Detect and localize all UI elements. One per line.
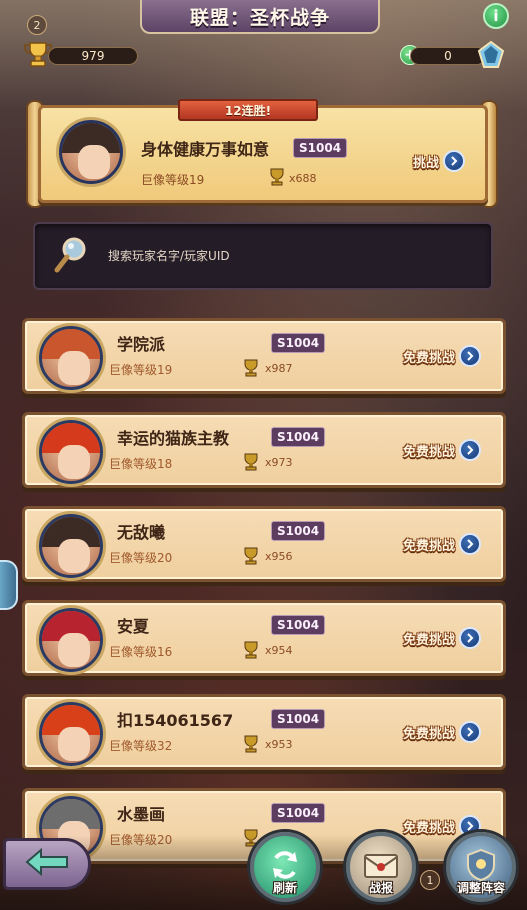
server-badge: S1004 xyxy=(271,615,326,635)
free-challenge-button[interactable]: 免费挑战 xyxy=(403,345,482,367)
free-challenge-label: 免费挑战 xyxy=(403,444,456,460)
colossus-level: 巨像等级18 xyxy=(109,457,173,471)
trophy-icon xyxy=(241,358,261,378)
colossus-level: 巨像等级19 xyxy=(141,173,205,187)
server-badge: S1004 xyxy=(271,427,326,447)
adjust-lineup-button[interactable]: 调整阵容 xyxy=(446,832,516,902)
arrow-right-icon xyxy=(459,721,482,743)
free-challenge-button[interactable]: 免费挑战 xyxy=(403,627,482,649)
trophy-icon xyxy=(241,640,261,660)
trophy-score: x953 xyxy=(265,738,293,751)
colossus-level: 巨像等级20 xyxy=(109,551,173,565)
free-challenge-button[interactable]: 免费挑战 xyxy=(403,721,482,743)
player-name: 扣154061567 xyxy=(117,711,234,730)
opponent-card[interactable]: 安夏 S1004 巨像等级16 x954 免费挑战 xyxy=(22,600,506,676)
arrow-right-icon xyxy=(459,627,482,649)
opponent-card[interactable]: 无敌曦 S1004 巨像等级20 x956 免费挑战 xyxy=(22,506,506,582)
win-streak-ribbon: 12连胜! xyxy=(178,99,318,121)
avatar-face xyxy=(58,539,90,573)
arrow-left-icon xyxy=(25,847,69,880)
battle-report-label: 战报 xyxy=(368,881,393,895)
search-placeholder: 搜索玩家名字/玩家UID xyxy=(108,249,230,263)
magnifier-icon xyxy=(52,236,88,276)
avatar-face xyxy=(58,727,90,761)
server-badge: S1004 xyxy=(293,138,348,158)
server-badge: S1004 xyxy=(271,803,326,823)
arrow-right-icon xyxy=(459,533,482,555)
info-button[interactable]: i xyxy=(483,3,509,29)
player-name: 学院派 xyxy=(117,335,166,354)
free-challenge-label: 免费挑战 xyxy=(403,538,456,554)
avatar xyxy=(39,514,103,578)
arrow-right-icon xyxy=(443,150,466,172)
avatar xyxy=(39,702,103,766)
free-challenge-button[interactable]: 免费挑战 xyxy=(403,439,482,461)
player-name: 幸运的猫族主教 xyxy=(117,429,230,448)
free-challenge-label: 免费挑战 xyxy=(403,350,456,366)
avatar xyxy=(59,120,123,184)
trophy-icon xyxy=(267,167,287,187)
trophy-score: x956 xyxy=(265,550,293,563)
trophy-score: x954 xyxy=(265,644,293,657)
free-challenge-label: 免费挑战 xyxy=(403,632,456,648)
challenge-button[interactable]: 挑战 xyxy=(413,150,466,172)
opponent-card[interactable]: 扣154061567 S1004 巨像等级32 x953 免费挑战 xyxy=(22,694,506,770)
opponent-card[interactable]: 幸运的猫族主教 S1004 巨像等级18 x973 免费挑战 xyxy=(22,412,506,488)
trophy-score: x987 xyxy=(265,362,293,375)
opponent-card[interactable]: 学院派 S1004 巨像等级19 x987 免费挑战 xyxy=(22,318,506,394)
avatar-face xyxy=(58,445,90,479)
trophy-icon xyxy=(241,734,261,754)
trophy-count: 979 xyxy=(48,47,138,65)
adjust-lineup-label: 调整阵容 xyxy=(456,881,505,895)
arrow-right-icon xyxy=(459,345,482,367)
refresh-button[interactable]: 刷新 xyxy=(250,832,320,902)
notification-badge[interactable]: 2 xyxy=(27,15,47,35)
challenge-label: 挑战 xyxy=(413,155,440,171)
avatar xyxy=(39,420,103,484)
player-name: 无敌曦 xyxy=(117,523,166,542)
trophy-icon xyxy=(241,452,261,472)
colossus-level: 巨像等级16 xyxy=(109,645,173,659)
arrow-right-icon xyxy=(459,439,482,461)
back-button[interactable] xyxy=(3,838,91,890)
server-badge: S1004 xyxy=(271,521,326,541)
trophy-icon xyxy=(241,546,261,566)
avatar xyxy=(39,608,103,672)
avatar-face xyxy=(58,633,90,667)
colossus-level: 巨像等级32 xyxy=(109,739,173,753)
player-name: 身体健康万事如意 xyxy=(141,140,270,159)
player-name: 水墨画 xyxy=(117,805,166,824)
free-challenge-button[interactable]: 免费挑战 xyxy=(403,533,482,555)
side-drawer-tab[interactable] xyxy=(0,560,18,610)
colossus-level: 巨像等级19 xyxy=(109,363,173,377)
free-challenge-label: 免费挑战 xyxy=(403,726,456,742)
avatar-face xyxy=(58,351,90,385)
avatar xyxy=(39,326,103,390)
trophy-score: x973 xyxy=(265,456,293,469)
refresh-label: 刷新 xyxy=(272,881,297,895)
trophy-score: x688 xyxy=(289,172,317,185)
gem-icon xyxy=(476,40,506,70)
search-input[interactable] xyxy=(33,222,493,290)
free-challenge-label: 免费挑战 xyxy=(403,820,456,836)
server-badge: S1004 xyxy=(271,333,326,353)
gem-count: 0 xyxy=(410,47,486,65)
server-badge: S1004 xyxy=(271,709,326,729)
battle-report-button[interactable]: 战报 xyxy=(346,832,416,902)
report-count-badge: 1 xyxy=(420,870,440,890)
player-name: 安夏 xyxy=(117,617,150,636)
page-title: 联盟：圣杯战争 xyxy=(140,0,380,34)
